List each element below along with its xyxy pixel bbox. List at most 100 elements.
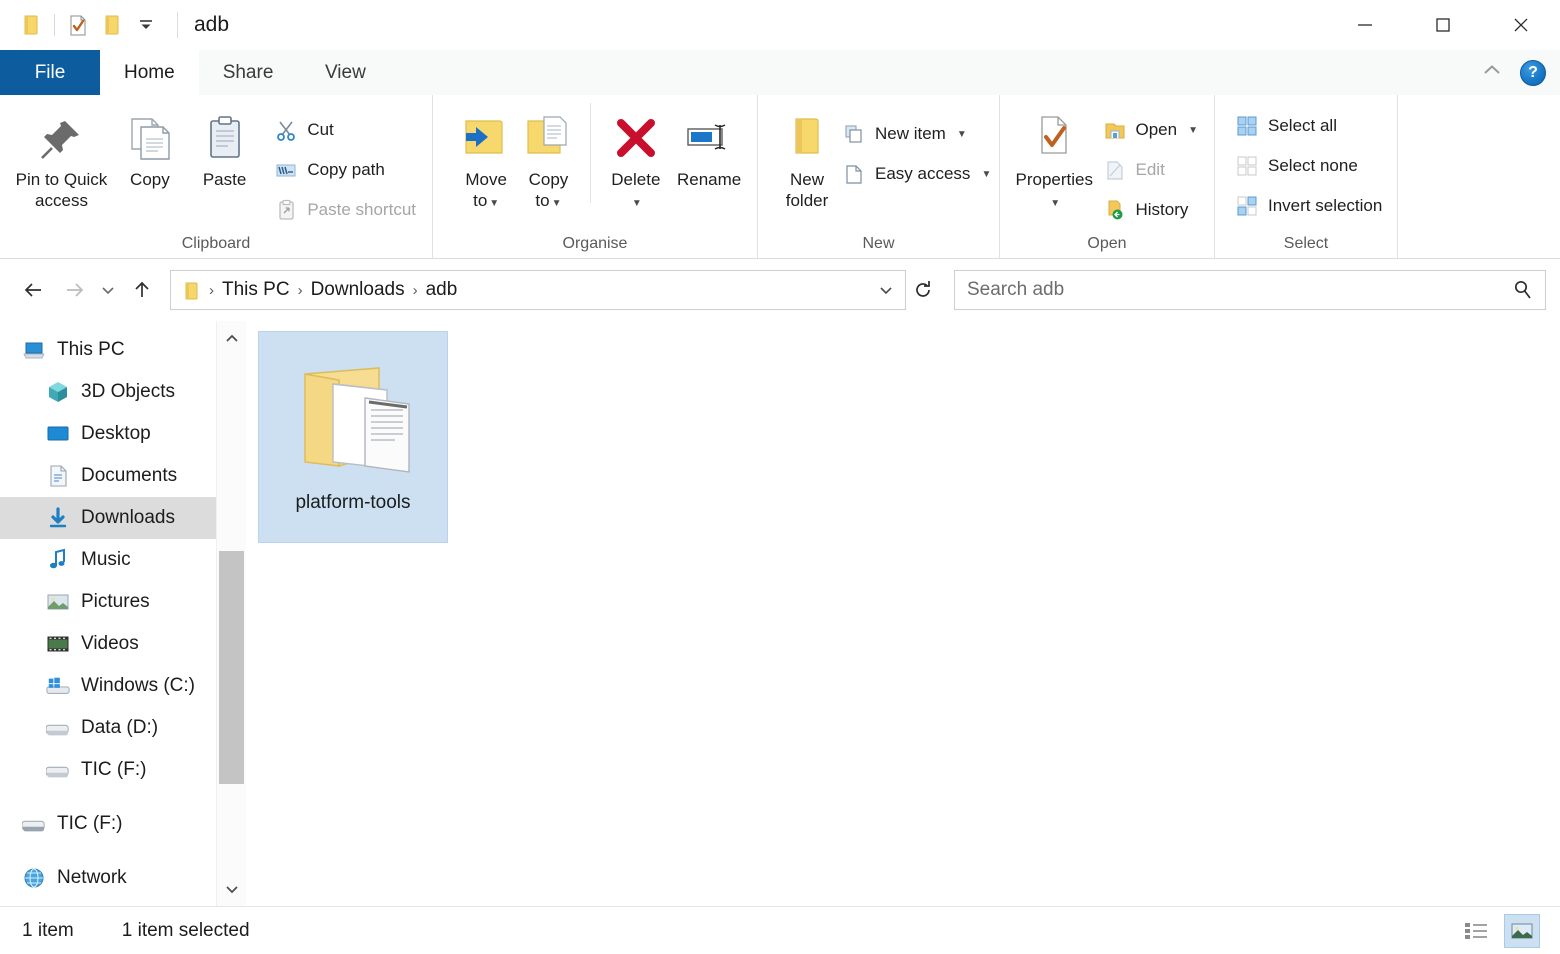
paste-shortcut-button[interactable]: Paste shortcut (268, 191, 422, 229)
ribbon-filler (1398, 95, 1560, 258)
invert-selection-button[interactable]: Invert selection (1229, 187, 1388, 225)
view-buttons (1458, 914, 1548, 948)
move-to-icon (458, 109, 514, 165)
scrollbar-track[interactable] (217, 355, 246, 872)
scrollbar-thumb[interactable] (219, 551, 244, 784)
sidebar-item-desktop[interactable]: Desktop (0, 413, 246, 455)
large-icons-view-button[interactable] (1504, 914, 1540, 948)
edit-icon (1103, 158, 1127, 182)
cut-button[interactable]: Cut (268, 111, 422, 149)
sidebar-item-tic-f-root[interactable]: TIC (F:) (0, 803, 246, 845)
item-count-label: 1 item (22, 920, 74, 942)
sidebar-item-label: Pictures (81, 591, 150, 613)
tab-home[interactable]: Home (100, 50, 199, 95)
move-to-label: Move to▼ (455, 169, 517, 214)
invert-selection-label: Invert selection (1268, 196, 1382, 216)
file-list-pane[interactable]: platform-tools (246, 321, 1560, 906)
refresh-button[interactable] (906, 270, 940, 310)
file-item-platform-tools[interactable]: platform-tools (258, 331, 448, 543)
sidebar-item-pictures[interactable]: Pictures (0, 581, 246, 623)
tab-share[interactable]: Share (199, 50, 298, 95)
open-button[interactable]: Open ▼ (1097, 111, 1205, 149)
sidebar-item-label: Windows (C:) (81, 675, 195, 697)
new-item-button[interactable]: New item ▼ (836, 115, 997, 153)
tab-file[interactable]: File (0, 50, 100, 95)
sidebar-item-documents[interactable]: Documents (0, 455, 246, 497)
tab-view[interactable]: View (297, 50, 393, 95)
paste-button[interactable]: Paste (187, 103, 263, 190)
file-explorer-window: adb File Home Share View ? (0, 0, 1560, 954)
ribbon-group-select: Select all Select none (1215, 95, 1398, 258)
chevron-up-icon[interactable] (1480, 62, 1504, 84)
search-box[interactable]: Search adb (954, 270, 1546, 310)
sidebar-item-downloads[interactable]: Downloads (0, 497, 246, 539)
delete-button[interactable]: Delete▼ (600, 103, 671, 214)
recent-locations-button[interactable] (94, 270, 122, 310)
copy-to-button[interactable]: Copy to▼ (517, 103, 579, 214)
ribbon-group-open: Properties▼ Open ▼ (1000, 95, 1215, 258)
navigation-pane-scrollbar[interactable] (216, 321, 246, 906)
copy-path-button[interactable]: Copy path (268, 151, 422, 189)
pin-to-quick-access-button[interactable]: Pin to Quick access (10, 103, 113, 211)
sidebar-item-label: Network (57, 867, 127, 889)
easy-access-button[interactable]: Easy access ▼ (836, 155, 997, 193)
sidebar-item-this-pc[interactable]: This PC (0, 329, 246, 371)
breadcrumb: › This PC › Downloads › adb (207, 279, 873, 301)
chevron-down-icon[interactable] (129, 8, 163, 42)
search-input[interactable]: Search adb (967, 279, 1511, 301)
properties-icon[interactable] (61, 8, 95, 42)
select-none-button[interactable]: Select none (1229, 147, 1388, 185)
sidebar-item-label: Downloads (81, 507, 175, 529)
properties-button[interactable]: Properties▼ (1014, 103, 1095, 214)
new-folder-icon[interactable] (95, 8, 129, 42)
search-icon[interactable] (1511, 278, 1535, 302)
scroll-up-button[interactable] (217, 321, 246, 355)
rename-button[interactable]: Rename (671, 103, 747, 190)
window-controls (1326, 0, 1560, 50)
address-dropdown-icon[interactable] (873, 274, 899, 306)
sidebar-item-windows-c[interactable]: Windows (C:) (0, 665, 246, 707)
sidebar-item-3d-objects[interactable]: 3D Objects (0, 371, 246, 413)
folder-icon[interactable] (14, 8, 48, 42)
minimize-button[interactable] (1326, 0, 1404, 50)
history-button[interactable]: History (1097, 191, 1205, 229)
open-folder-icon (1103, 118, 1127, 142)
3d-objects-icon (46, 380, 70, 404)
back-button[interactable] (14, 270, 54, 310)
select-all-icon (1235, 114, 1259, 138)
paste-icon (201, 109, 249, 165)
sidebar-spacer (0, 845, 246, 857)
delete-icon (611, 109, 661, 165)
details-view-button[interactable] (1458, 914, 1494, 948)
sidebar-item-label: Music (81, 549, 131, 571)
breadcrumb-this-pc[interactable]: This PC (216, 279, 296, 301)
breadcrumb-downloads[interactable]: Downloads (305, 279, 411, 301)
help-icon[interactable]: ? (1520, 60, 1546, 86)
copy-button[interactable]: Copy (113, 103, 187, 190)
select-all-button[interactable]: Select all (1229, 107, 1388, 145)
move-to-button[interactable]: Move to▼ (455, 103, 517, 214)
history-label: History (1136, 200, 1189, 220)
address-tools (873, 274, 899, 306)
pictures-icon (46, 590, 70, 614)
new-folder-button[interactable]: New folder (784, 103, 830, 211)
forward-button[interactable] (54, 270, 94, 310)
clipboard-small-buttons: Cut Copy path (268, 103, 422, 229)
ribbon-tab-right-tools: ? (1480, 50, 1560, 95)
breadcrumb-bar[interactable]: › This PC › Downloads › adb (170, 270, 906, 310)
maximize-button[interactable] (1404, 0, 1482, 50)
sidebar-item-tic-f-child[interactable]: TIC (F:) (0, 749, 246, 791)
sidebar-item-data-d[interactable]: Data (D:) (0, 707, 246, 749)
scroll-down-button[interactable] (217, 872, 246, 906)
sidebar-item-music[interactable]: Music (0, 539, 246, 581)
drive-icon (22, 812, 46, 836)
up-button[interactable] (122, 270, 162, 310)
sidebar-item-network[interactable]: Network (0, 857, 246, 899)
breadcrumb-adb[interactable]: adb (420, 279, 464, 301)
sidebar-item-videos[interactable]: Videos (0, 623, 246, 665)
ribbon-group-label-organise: Organise (433, 230, 757, 258)
close-button[interactable] (1482, 0, 1560, 50)
drive-icon (46, 716, 70, 740)
edit-button[interactable]: Edit (1097, 151, 1205, 189)
ribbon-group-clipboard: Pin to Quick access (0, 95, 433, 258)
